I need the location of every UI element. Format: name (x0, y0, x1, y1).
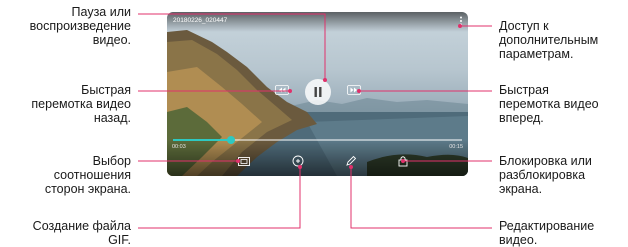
seek-bar[interactable] (173, 136, 462, 144)
label-forward: Быстрая перемотка видео вперед. (499, 83, 599, 125)
video-player[interactable]: 20180226_020447 00:03 00:15 (167, 12, 468, 176)
pencil-icon (346, 155, 357, 166)
player-top-bar: 20180226_020447 (167, 12, 468, 32)
lock-icon (398, 156, 408, 167)
total-time: 00:15 (449, 144, 463, 150)
label-more-options: Доступ к дополнительным параметрам. (499, 19, 599, 61)
aspect-ratio-button[interactable] (237, 154, 251, 168)
pause-icon (314, 87, 322, 97)
pause-button[interactable] (305, 79, 331, 105)
gif-button[interactable] (291, 154, 305, 168)
gif-icon (292, 155, 304, 167)
label-aspect-ratio: Выбор соотношения сторон экрана. (44, 154, 131, 196)
seek-progress (173, 139, 231, 141)
rewind-button[interactable] (275, 83, 289, 97)
more-vertical-icon[interactable] (459, 16, 463, 26)
edit-button[interactable] (344, 154, 358, 168)
label-pause-play: Пауза или воспроизведение видео. (29, 5, 131, 47)
current-time: 00:03 (172, 144, 186, 150)
fast-forward-icon (347, 85, 361, 95)
seek-thumb[interactable] (226, 136, 235, 144)
label-edit: Редактирование видео. (499, 219, 595, 247)
label-rewind: Быстрая перемотка видео назад. (31, 83, 131, 125)
lock-button[interactable] (396, 154, 410, 168)
player-bottom-bar (167, 140, 468, 176)
label-create-gif: Создание файла GIF. (32, 219, 131, 247)
aspect-ratio-icon (238, 156, 250, 166)
video-filename: 20180226_020447 (173, 17, 228, 24)
rewind-icon (275, 85, 289, 95)
fast-forward-button[interactable] (347, 83, 361, 97)
label-lock: Блокировка или разблокировка экрана. (499, 154, 592, 196)
